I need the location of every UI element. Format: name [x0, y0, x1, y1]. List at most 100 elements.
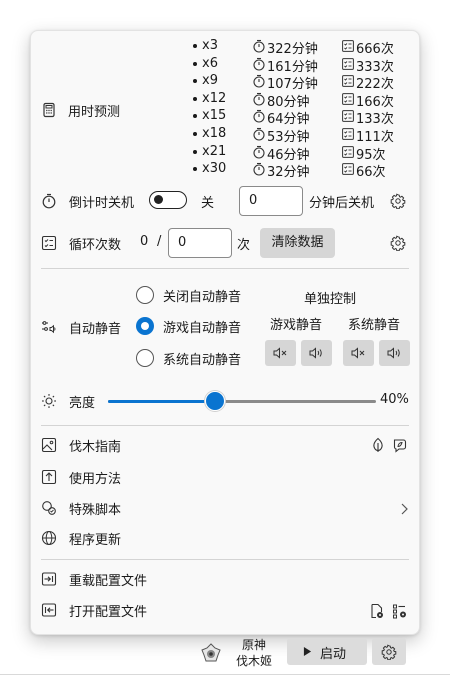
system-mute-button[interactable] — [343, 340, 374, 366]
loop-label: 循环次数 — [69, 238, 122, 253]
count-icon — [342, 57, 354, 70]
document-settings-icon[interactable] — [369, 603, 385, 619]
count-estimate: 166次 — [356, 94, 394, 110]
open-file-icon — [41, 602, 57, 618]
radio-mute-game[interactable] — [136, 317, 154, 335]
menu-item-scripts[interactable]: 特殊脚本 — [69, 499, 121, 518]
timer-icon — [252, 39, 266, 53]
script-icon — [41, 500, 57, 516]
menu-item-update[interactable]: 程序更新 — [69, 529, 121, 548]
bullet — [193, 44, 197, 48]
leaf-icon[interactable] — [370, 437, 386, 453]
game-unmute-button[interactable] — [301, 340, 332, 366]
bottom-settings-button[interactable] — [372, 638, 406, 665]
prediction-row: x3 322分钟 666次 — [31, 38, 421, 57]
divider — [41, 268, 409, 269]
prediction-row: x9 107分钟 222次 — [31, 73, 421, 93]
timer-icon — [252, 109, 266, 123]
time-estimate: 32分钟 — [267, 165, 310, 181]
timer-icon — [252, 127, 266, 141]
volume-settings-icon — [41, 319, 57, 335]
upload-icon — [41, 469, 57, 485]
bullet — [193, 96, 197, 101]
multiplier: x12 — [202, 90, 227, 106]
loop-unit: 次 — [237, 238, 251, 253]
time-estimate: 322分钟 — [267, 42, 318, 57]
loop-current: 0 — [140, 234, 149, 249]
start-button[interactable]: 启动 — [287, 638, 367, 665]
timer-icon — [41, 193, 57, 209]
toggle-state-label: 关 — [201, 196, 215, 211]
chat-leaf-icon[interactable] — [392, 437, 408, 453]
shutdown-toggle[interactable] — [149, 191, 187, 209]
shutdown-minutes-input[interactable]: 0 — [239, 186, 303, 216]
bullet — [193, 79, 197, 84]
menu-item-reload-config[interactable]: 重载配置文件 — [69, 570, 147, 589]
count-icon — [342, 92, 354, 105]
multiplier: x21 — [202, 143, 227, 159]
loop-count-input[interactable]: 0 — [168, 228, 232, 258]
list-settings-icon[interactable] — [392, 603, 408, 619]
brightness-slider[interactable] — [108, 400, 376, 403]
count-icon — [342, 145, 354, 158]
loop-slash: / — [157, 234, 162, 249]
timer-icon — [252, 162, 266, 176]
count-icon — [342, 163, 354, 176]
chevron-right-icon[interactable] — [396, 501, 412, 517]
prediction-row: x30 32分钟 66次 — [31, 161, 421, 181]
context-menu: 用时预测 x3 322分钟 666次 x6 161分钟 333次 x9 107分钟 222次 x1… — [30, 30, 420, 635]
settings-icon[interactable] — [390, 235, 406, 251]
reload-file-icon — [41, 571, 57, 587]
speaker-mute-icon — [273, 347, 287, 359]
game-mute-label: 游戏静音 — [270, 318, 323, 333]
timer-icon — [252, 57, 266, 71]
count-icon — [342, 128, 354, 140]
count-estimate: 95次 — [356, 147, 386, 163]
app-logo-icon — [200, 642, 222, 664]
brightness-icon — [41, 393, 57, 409]
checklist-icon — [41, 235, 57, 251]
bullet — [193, 132, 197, 136]
speaker-volume-icon — [309, 347, 322, 359]
prediction-row: x12 80分钟 166次 — [31, 90, 421, 110]
shutdown-suffix: 分钟后关机 — [309, 196, 375, 211]
menu-item-open-config[interactable]: 打开配置文件 — [69, 601, 147, 620]
prediction-row: x21 46分钟 95次 — [31, 143, 421, 163]
solo-control-title: 单独控制 — [304, 292, 357, 307]
start-label: 启动 — [320, 647, 347, 662]
speaker-mute-icon — [351, 347, 365, 359]
count-estimate: 222次 — [356, 77, 394, 93]
app-name: 伐木姬 — [236, 654, 273, 668]
time-estimate: 46分钟 — [267, 147, 310, 163]
play-icon — [303, 647, 312, 656]
menu-item-guide[interactable]: 伐木指南 — [69, 436, 121, 455]
radio-mute-off[interactable] — [136, 286, 154, 304]
time-estimate: 107分钟 — [267, 77, 318, 93]
settings-icon[interactable] — [390, 193, 406, 209]
multiplier: x6 — [202, 55, 218, 71]
count-icon — [342, 40, 354, 52]
toggle-knob — [154, 195, 163, 204]
radio-mute-system-label: 系统自动静音 — [163, 353, 242, 368]
game-name: 原神 — [242, 638, 267, 652]
divider — [41, 425, 409, 426]
count-icon — [342, 110, 354, 123]
image-icon — [41, 437, 57, 453]
menu-item-usage[interactable]: 使用方法 — [69, 468, 121, 487]
system-unmute-button[interactable] — [379, 340, 410, 366]
game-mute-button[interactable] — [265, 340, 296, 366]
time-estimate: 80分钟 — [267, 94, 310, 110]
bullet — [193, 61, 197, 66]
radio-mute-system[interactable] — [136, 349, 154, 367]
clear-data-button[interactable]: 清除数据 — [260, 228, 335, 258]
bullet — [193, 114, 197, 119]
multiplier: x15 — [202, 108, 227, 124]
multiplier: x9 — [202, 73, 218, 89]
timer-icon — [252, 74, 266, 88]
time-estimate: 161分钟 — [267, 59, 318, 75]
settings-icon — [381, 644, 397, 660]
radio-mute-off-label: 关闭自动静音 — [163, 290, 242, 305]
slider-thumb[interactable] — [205, 391, 226, 411]
prediction-row: x18 53分钟 111次 — [31, 126, 421, 145]
system-mute-label: 系统静音 — [348, 318, 401, 333]
